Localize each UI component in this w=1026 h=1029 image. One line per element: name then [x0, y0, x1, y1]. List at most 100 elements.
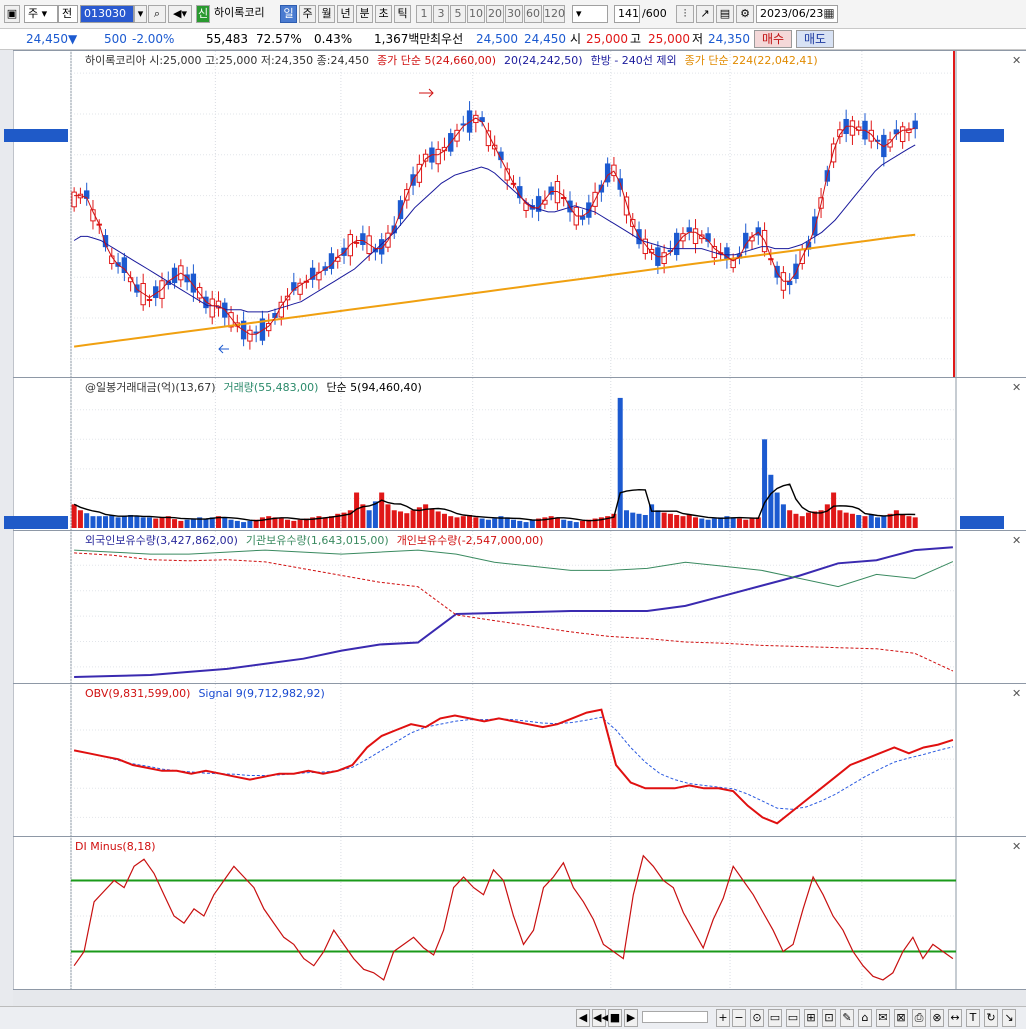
volume-bar: [799, 516, 805, 528]
volume-bar: [184, 519, 190, 528]
tool-icon-3[interactable]: ▭: [786, 1009, 800, 1027]
sell-button[interactable]: 매도: [796, 30, 834, 48]
volume-bar: [617, 397, 623, 528]
zoom-out-icon[interactable]: −: [732, 1009, 746, 1027]
volume-bar: [580, 520, 586, 528]
minute-button-0[interactable]: 1: [416, 5, 432, 23]
minute-button-4[interactable]: 20: [486, 5, 504, 23]
save-icon[interactable]: ▤: [716, 5, 734, 23]
volume-ratio: 72.57%: [256, 32, 302, 46]
minute-button-3[interactable]: 10: [467, 5, 485, 23]
speaker-icon[interactable]: ◀▾: [168, 5, 192, 23]
volume-bar: [567, 520, 573, 528]
volume-bar: [774, 492, 780, 528]
volume-bar: [711, 518, 717, 528]
volume-bar: [743, 519, 749, 528]
stock-dropdown-icon[interactable]: ▾: [134, 5, 147, 23]
period-select[interactable]: 전: [58, 5, 78, 23]
stock-code-input[interactable]: 013030: [80, 5, 134, 23]
dmi-pane: DI Minus(8,18) ✕: [13, 836, 1026, 989]
search-icon[interactable]: ⌕: [148, 5, 166, 23]
minute-button-5[interactable]: 30: [505, 5, 523, 23]
minute-button-7[interactable]: 120: [543, 5, 565, 23]
legend-item: 종가 단순 5(24,660,00): [376, 54, 497, 67]
interval-button-2[interactable]: 월: [318, 5, 335, 23]
volume-bar: [410, 510, 416, 528]
tool-icon-2[interactable]: ▭: [768, 1009, 782, 1027]
draw-tool-icon[interactable]: ↗: [696, 5, 714, 23]
interval-button-5[interactable]: 초: [375, 5, 392, 23]
tool-icon-5[interactable]: ⊡: [822, 1009, 836, 1027]
volume-bar: [96, 516, 102, 528]
prev-icon[interactable]: ◀: [576, 1009, 590, 1027]
price-change-pct: -2.00%: [132, 32, 175, 46]
volume-bar: [203, 518, 209, 528]
play-back-icon[interactable]: ◀◀: [592, 1009, 610, 1027]
current-price: 24,450: [26, 32, 68, 46]
pane-plot: [70, 531, 957, 683]
window-menu-icon[interactable]: ▣: [4, 5, 20, 23]
volume-bar: [134, 516, 140, 528]
interval-button-0[interactable]: 일: [280, 5, 297, 23]
volume-bar: [266, 516, 272, 528]
tool-icon-12[interactable]: ↔: [948, 1009, 962, 1027]
volume-bar: [906, 516, 912, 528]
candle-body: [680, 233, 686, 242]
volume-bar: [398, 511, 404, 528]
text-tool-icon[interactable]: T: [966, 1009, 980, 1027]
tool-icon-10[interactable]: ⎙: [912, 1009, 926, 1027]
price-current-tag-left: [4, 129, 68, 143]
open-price: 25,000: [586, 32, 628, 46]
interval-button-4[interactable]: 분: [356, 5, 373, 23]
volume-bar: [366, 510, 372, 528]
candle-body: [899, 126, 906, 143]
settings-icon[interactable]: ⚙: [736, 5, 754, 23]
volume-bar: [900, 514, 906, 528]
next-icon[interactable]: ▶: [624, 1009, 638, 1027]
new-badge: 신: [196, 5, 210, 23]
volume-bar: [121, 516, 127, 528]
volume-bar: [667, 513, 673, 528]
interval-button-3[interactable]: 년: [337, 5, 354, 23]
tool-icon-8[interactable]: ✉: [876, 1009, 890, 1027]
tool-icon-1[interactable]: ⊙: [750, 1009, 764, 1027]
pane-close-icon: ✕: [1012, 534, 1022, 547]
volume-bar: [780, 504, 786, 528]
best-ask: 24,500: [476, 32, 518, 46]
volume-bar: [429, 509, 435, 528]
tool-icon-7[interactable]: ⌂: [858, 1009, 872, 1027]
low-label: 저: [692, 32, 704, 46]
candle-type-icon[interactable]: ⫶: [676, 5, 694, 23]
volume-bar: [485, 519, 491, 528]
volume-bar: [824, 504, 830, 528]
volume-bar: [460, 516, 466, 528]
foreign-holdings-line: [74, 546, 953, 678]
refresh-icon[interactable]: ↻: [984, 1009, 998, 1027]
volume-current-tag-left: [4, 515, 68, 529]
interval-button-6[interactable]: 틱: [394, 5, 411, 23]
volume-bar: [159, 517, 165, 528]
low-price: 24,350: [708, 32, 750, 46]
zoom-slider[interactable]: [642, 1011, 708, 1023]
tool-icon-9[interactable]: ⊠: [894, 1009, 908, 1027]
minute-custom-select[interactable]: ▾: [572, 5, 608, 23]
tool-icon-6[interactable]: ✎: [840, 1009, 854, 1027]
count-input[interactable]: 141: [614, 5, 640, 23]
volume-bar: [385, 504, 391, 528]
buy-button[interactable]: 매수: [754, 30, 792, 48]
tool-icon-11[interactable]: ⊗: [930, 1009, 944, 1027]
left-sidebar[interactable]: [0, 50, 14, 1010]
calendar-icon[interactable]: ▦: [822, 6, 836, 20]
minute-button-2[interactable]: 5: [450, 5, 466, 23]
stop-icon[interactable]: ■: [608, 1009, 622, 1027]
minute-button-6[interactable]: 60: [524, 5, 542, 23]
playback-bar: ◀ ◀◀ ■ ▶ + − ⊙ ▭ ▭ ⊞ ⊡ ✎ ⌂ ✉ ⊠ ⎙ ⊗ ↔ T ↻…: [0, 1006, 1026, 1029]
interval-button-1[interactable]: 주: [299, 5, 316, 23]
minute-button-1[interactable]: 3: [433, 5, 449, 23]
tool-icon-4[interactable]: ⊞: [804, 1009, 818, 1027]
scroll-end-icon[interactable]: ↘: [1002, 1009, 1016, 1027]
zoom-in-icon[interactable]: +: [716, 1009, 730, 1027]
volume-bar: [71, 504, 77, 528]
market-type-select[interactable]: 주 ▾: [24, 5, 58, 23]
volume-bar: [372, 501, 378, 528]
